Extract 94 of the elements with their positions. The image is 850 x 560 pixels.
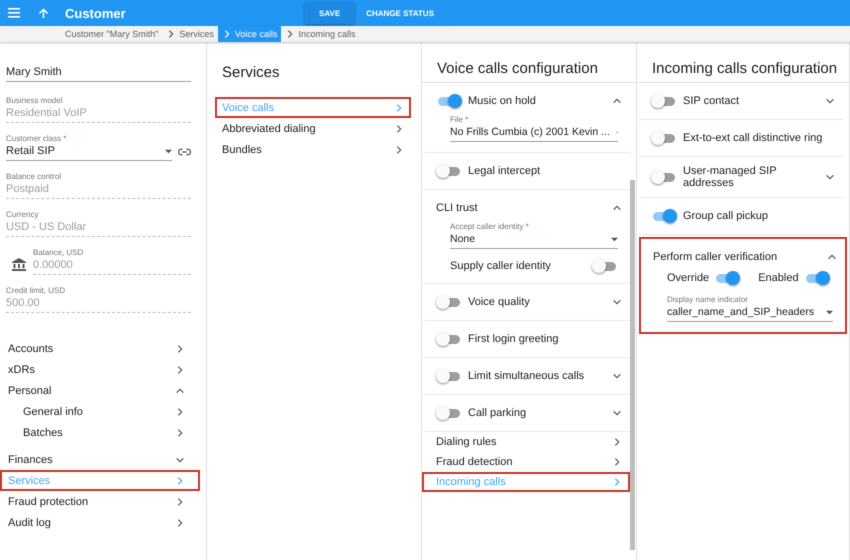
config-link[interactable]: Fraud detection [422,452,630,472]
field-label: Credit limit, USD [6,286,66,295]
chevron-down-icon[interactable] [612,371,622,381]
chevron-up-icon[interactable] [827,252,837,262]
arrow-up-icon[interactable] [38,8,49,18]
page-title: Customer [64,6,127,20]
service-item[interactable]: Abbreviated dialing [215,118,411,139]
link-icon[interactable] [178,148,191,156]
field-label: Accept caller identity * [450,222,530,231]
nav-item[interactable]: Fraud protection [0,491,200,512]
field-label: File * [450,115,470,124]
toggle-switch[interactable] [714,271,740,285]
field-label: Display name indicator [667,295,749,304]
section-title: Perform caller verification [653,251,778,263]
toggle-label: SIP contact [683,95,740,107]
readonly-field: 500.00 [6,297,191,313]
breadcrumb-link[interactable]: Customer "Mary Smith" [61,26,162,42]
toggle-label: Voice quality [468,296,531,308]
nav-item[interactable]: Personal [0,380,200,401]
dropdown-field[interactable]: Retail SIP [6,145,172,161]
section-title: CLI trust [436,202,479,214]
save-button[interactable]: SAVE [305,2,354,24]
chevron-right-icon[interactable] [175,406,185,416]
toggle-switch[interactable] [436,164,462,178]
toggle-switch[interactable] [436,332,462,346]
service-item[interactable]: Bundles [215,139,411,160]
field-label: Currency [6,210,40,219]
nav-item[interactable]: Accounts [0,338,200,359]
field-label: Customer class * [6,134,68,143]
toggle-switch[interactable] [436,295,462,309]
toggle-label: Group call pickup [683,210,769,222]
breadcrumb-link[interactable]: Services [162,26,218,42]
required-mark: * [63,134,66,143]
nav-item[interactable]: Finances [0,449,200,470]
bank-icon [12,258,26,271]
toggle-label: Supply caller identity [450,260,551,272]
dropdown-field[interactable]: No Frills Cumbia (c) 2001 Kevin ... [450,126,618,142]
toggle-label: Music on hold [468,95,537,107]
toggle-switch[interactable] [436,406,462,420]
menu-icon[interactable] [8,8,20,18]
breadcrumb-link[interactable]: Incoming calls [281,26,360,42]
scrollbar[interactable] [630,180,635,550]
field-label: Business model [6,96,64,105]
nav-item[interactable]: xDRs [0,359,200,380]
chevron-right-icon[interactable] [175,518,185,528]
toggle-switch[interactable] [651,209,677,223]
name-field[interactable]: Mary Smith [6,66,191,82]
toggle-label: Override [667,272,710,284]
chevron-down-icon[interactable] [612,408,622,418]
nav-item[interactable]: Batches [0,422,200,443]
chevron-up-icon[interactable] [612,203,622,213]
chevron-down-icon[interactable] [825,172,835,182]
field-label: Balance, USD [33,248,84,257]
toggle-switch[interactable] [651,170,677,184]
field-label: Balance control [6,172,62,181]
dropdown-field[interactable]: None [450,233,618,249]
toggle-label: Limit simultaneous calls [468,370,586,382]
panel-title: Services [222,64,281,81]
toggle-switch[interactable] [804,271,830,285]
toggle-switch[interactable] [436,94,462,108]
chevron-right-icon[interactable] [175,344,185,354]
toggle-label: Enabled [758,272,799,284]
toggle-label: Ext-to-ext call distinctive ring [683,132,824,144]
caret-icon [611,236,618,242]
toggle-label: Call parking [468,407,528,419]
readonly-field: Residential VoIP [6,107,191,123]
toggle-switch[interactable] [651,131,677,145]
toggle-label: First login greeting [468,333,560,345]
readonly-field: Postpaid [6,183,191,199]
readonly-field: 0.00000 [33,259,191,275]
nav-item[interactable]: General info [0,401,200,422]
chevron-down-icon[interactable] [825,96,835,106]
chevron-right-icon[interactable] [394,144,404,154]
readonly-field: USD - US Dollar [6,221,191,237]
config-link[interactable]: Dialing rules [422,432,630,452]
chevron-right-icon[interactable] [175,428,185,438]
caret-icon [165,148,172,154]
dropdown-field[interactable]: caller_name_and_SIP_headers [667,306,833,322]
panel-title: Incoming calls configuration [637,42,849,83]
chevron-right-icon[interactable] [175,496,185,506]
nav-item[interactable]: Audit log [0,512,200,533]
chevron-up-icon[interactable] [612,96,622,106]
toggle-label: Legal intercept [468,165,542,177]
chevron-down-icon[interactable] [612,297,622,307]
caret-icon [826,308,833,316]
panel-title: Voice calls configuration [422,42,636,83]
toggle-switch[interactable] [436,369,462,383]
required-mark: * [526,222,529,231]
toggle-switch[interactable] [651,94,677,108]
chevron-right-icon[interactable] [394,124,404,134]
toggle-label: User-managed SIP addresses [683,165,778,189]
required-mark: * [465,115,468,124]
toggle-switch[interactable] [592,259,618,273]
chevron-right-icon[interactable] [175,364,185,374]
